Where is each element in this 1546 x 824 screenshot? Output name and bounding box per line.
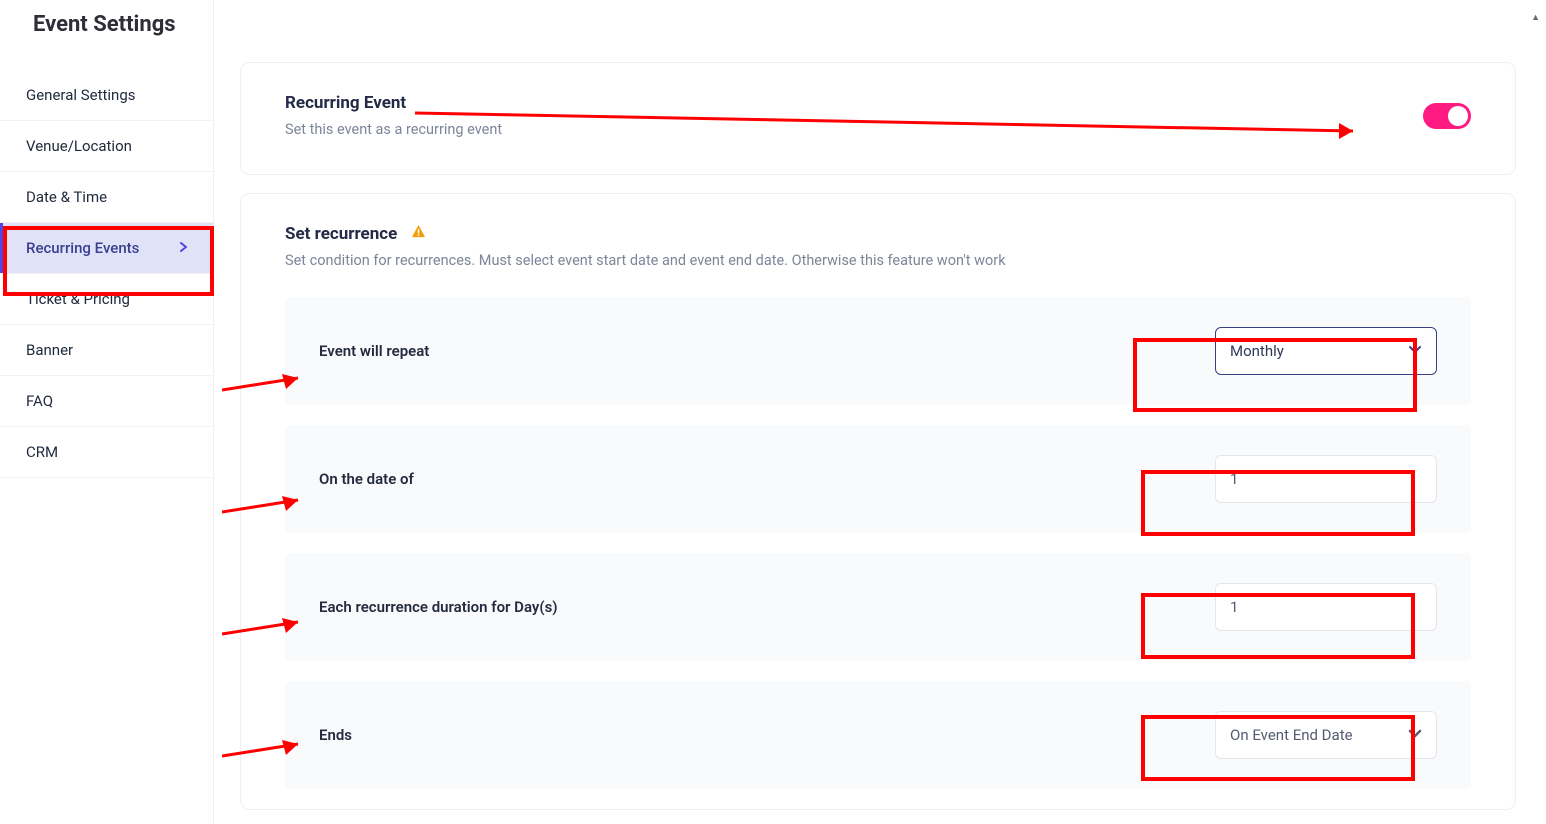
sidebar-item-label: Banner [26, 341, 73, 359]
chevron-down-icon [1408, 343, 1422, 359]
recurring-event-title: Recurring Event [285, 93, 502, 113]
duration-label: Each recurrence duration for Day(s) [319, 598, 558, 616]
on-date-label: On the date of [319, 470, 414, 488]
repeat-select[interactable]: Monthly [1215, 327, 1437, 375]
repeat-select-value: Monthly [1230, 342, 1284, 360]
sidebar-item-crm[interactable]: CRM [0, 427, 213, 478]
ends-select-value: On Event End Date [1230, 726, 1353, 744]
sidebar-item-label: Venue/Location [26, 137, 132, 155]
duration-input[interactable] [1215, 583, 1437, 631]
chevron-right-icon [179, 240, 189, 256]
recurring-event-desc: Set this event as a recurring event [285, 121, 502, 138]
sidebar-item-ticket-pricing[interactable]: Ticket & Pricing [0, 274, 213, 325]
sidebar-item-date-time[interactable]: Date & Time [0, 172, 213, 223]
repeat-row: Event will repeat Monthly [285, 297, 1471, 405]
main-content: Recurring Event Set this event as a recu… [214, 0, 1546, 824]
recurring-toggle[interactable] [1423, 103, 1471, 129]
set-recurrence-card: Set recurrence Set condition for recurre… [240, 193, 1516, 810]
ends-label: Ends [319, 726, 352, 744]
sidebar-item-label: FAQ [26, 392, 53, 410]
ends-select[interactable]: On Event End Date [1215, 711, 1437, 759]
sidebar-item-general-settings[interactable]: General Settings [0, 70, 213, 121]
sidebar-item-faq[interactable]: FAQ [0, 376, 213, 427]
duration-row: Each recurrence duration for Day(s) [285, 553, 1471, 661]
sidebar-item-venue-location[interactable]: Venue/Location [0, 121, 213, 172]
on-date-input[interactable] [1215, 455, 1437, 503]
set-recurrence-title: Set recurrence [285, 224, 397, 244]
ends-row: Ends On Event End Date [285, 681, 1471, 789]
warning-icon [411, 224, 426, 243]
toggle-thumb [1448, 106, 1468, 126]
sidebar-item-banner[interactable]: Banner [0, 325, 213, 376]
on-date-row: On the date of [285, 425, 1471, 533]
sidebar-item-label: General Settings [26, 86, 136, 104]
sidebar-item-label: Recurring Events [26, 239, 139, 257]
set-recurrence-desc: Set condition for recurrences. Must sele… [285, 252, 1471, 269]
sidebar-item-label: Ticket & Pricing [26, 290, 130, 308]
settings-sidebar: General Settings Venue/Location Date & T… [0, 0, 214, 824]
sidebar-item-label: Date & Time [26, 188, 107, 206]
sidebar-item-recurring-events[interactable]: Recurring Events [0, 223, 213, 274]
chevron-down-icon [1408, 727, 1422, 743]
repeat-label: Event will repeat [319, 342, 429, 360]
sidebar-item-label: CRM [26, 443, 58, 461]
recurring-event-card: Recurring Event Set this event as a recu… [240, 62, 1516, 175]
page-title: Event Settings [33, 12, 176, 37]
scroll-up-indicator: ▲ [1531, 12, 1540, 23]
